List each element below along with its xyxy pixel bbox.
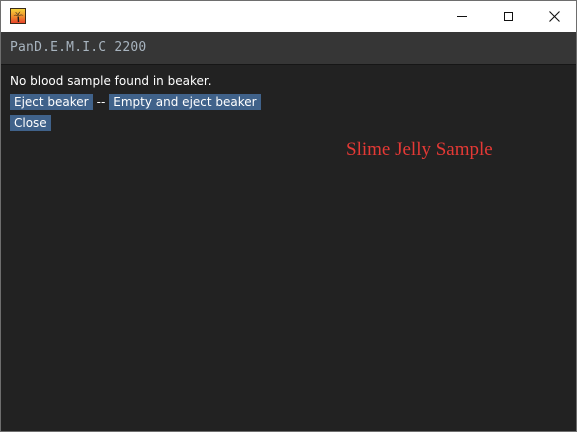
empty-and-eject-beaker-button[interactable]: Empty and eject beaker	[109, 94, 261, 110]
button-separator: --	[96, 95, 106, 109]
palm-tree-icon	[10, 8, 26, 24]
beaker-actions: Eject beaker -- Empty and eject beaker	[10, 94, 261, 110]
item-hover-label: Slime Jelly Sample	[346, 139, 493, 160]
minimize-icon	[457, 16, 467, 17]
close-window-button[interactable]	[531, 1, 576, 32]
app-title: PanD.E.M.I.C 2200	[10, 40, 147, 55]
minimize-button[interactable]	[439, 1, 485, 32]
eject-beaker-button[interactable]: Eject beaker	[10, 94, 93, 110]
app-window: PanD.E.M.I.C 2200 No blood sample found …	[0, 0, 577, 432]
close-row: Close	[10, 114, 51, 132]
close-button[interactable]: Close	[10, 115, 51, 131]
app-header: PanD.E.M.I.C 2200	[1, 32, 576, 65]
title-bar[interactable]	[1, 1, 576, 32]
status-message: No blood sample found in beaker.	[10, 74, 212, 88]
main-content: No blood sample found in beaker. Eject b…	[1, 65, 576, 431]
maximize-button[interactable]	[485, 1, 531, 32]
close-icon	[548, 11, 560, 22]
maximize-icon	[503, 12, 513, 21]
